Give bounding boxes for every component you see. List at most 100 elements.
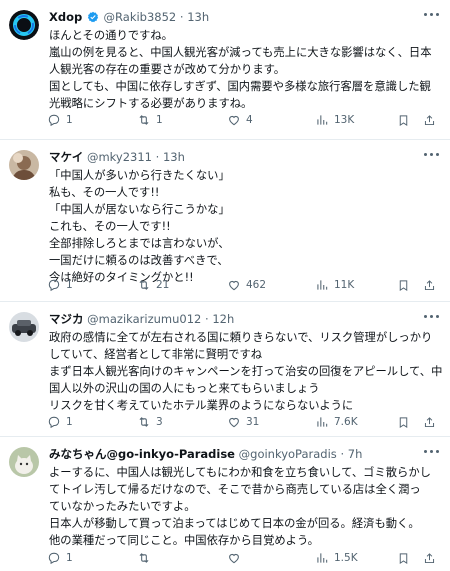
post-text-line: よーするに、中国人は観光してもにわか和食を立ち食いして、ゴミ散らかし bbox=[49, 466, 431, 479]
reply-count: 1 bbox=[66, 552, 73, 564]
repost-icon bbox=[139, 115, 149, 125]
view-count: 1.5K bbox=[334, 552, 358, 564]
view-count: 13K bbox=[334, 114, 355, 126]
author-name[interactable]: マケイ bbox=[49, 150, 83, 164]
separator-dot: · bbox=[155, 150, 160, 164]
ring-logo-avatar[interactable] bbox=[9, 10, 39, 40]
post[interactable]: マジカ @mazikarizumu012 · 12h 政府の感情に全てが左右され… bbox=[0, 302, 450, 437]
reply-button[interactable]: 1 bbox=[47, 413, 73, 431]
separator-dot: · bbox=[340, 447, 345, 461]
author-handle[interactable]: @mky2311 bbox=[87, 150, 152, 164]
reply-count: 1 bbox=[66, 279, 73, 291]
post-text: ほんとその通りですね。 嵐山の例を見ると、中国人観光客が減っても売上に大きな影響… bbox=[49, 27, 440, 112]
more-options-icon[interactable] bbox=[424, 10, 440, 20]
like-count: 4 bbox=[246, 114, 253, 126]
post-time[interactable]: 12h bbox=[212, 312, 234, 326]
post-text: よーするに、中国人は観光してもにわか和食を立ち食いして、ゴミ散らかし てトイレ汚… bbox=[49, 464, 440, 549]
like-count: 31 bbox=[246, 416, 260, 428]
post-text-line: 国としても、中国に依存しすぎず、国内需要や多様な旅行客層を意識した観 bbox=[49, 80, 431, 93]
bookmark-icon bbox=[399, 416, 408, 428]
heart-icon bbox=[229, 417, 239, 428]
post-text-line: 私も、その一人です!! bbox=[49, 186, 160, 199]
bookmark-button[interactable] bbox=[397, 276, 410, 294]
action-bar: 1 1 4 13K bbox=[47, 111, 442, 129]
repost-button[interactable]: 1 bbox=[137, 111, 163, 129]
views-button[interactable]: 11K bbox=[315, 276, 354, 294]
share-icon bbox=[424, 114, 435, 125]
post-time[interactable]: 7h bbox=[348, 447, 363, 461]
action-bar: 1 3 31 7.6K bbox=[47, 413, 442, 431]
post-text-line: ていなかったみたいですよ。 bbox=[49, 500, 196, 513]
post-text: 「中国人が多いから行きたくない」 私も、その一人です!! 「中国人が居ないなら行… bbox=[49, 167, 440, 286]
share-icon bbox=[424, 279, 435, 290]
post-text-line: 一国だけに頼るのは改善すべきで、 bbox=[49, 254, 229, 267]
author-handle[interactable]: @goinkyoParadis bbox=[239, 447, 337, 461]
post-text-line: 日本人が移動して買って泊まってはじめて日本の金が回る。経済も動く。 bbox=[49, 517, 420, 530]
post-time[interactable]: 13h bbox=[163, 150, 185, 164]
like-button[interactable]: 462 bbox=[227, 276, 266, 294]
post[interactable]: Xdop @Rakib3852 · 13h ほんとその通りですね。 嵐山の例を見… bbox=[0, 0, 450, 140]
views-chart-icon bbox=[317, 417, 328, 427]
more-options-icon[interactable] bbox=[424, 150, 440, 160]
views-button[interactable]: 13K bbox=[315, 111, 354, 129]
like-button[interactable] bbox=[227, 549, 246, 567]
post-text-line: していて、経営者として非常に賢明ですね bbox=[49, 348, 263, 361]
bookmark-button[interactable] bbox=[397, 413, 410, 431]
author-handle[interactable]: @Rakib3852 bbox=[104, 10, 177, 24]
view-count: 11K bbox=[334, 279, 355, 291]
repost-button[interactable]: 21 bbox=[137, 276, 169, 294]
reply-button[interactable]: 1 bbox=[47, 549, 73, 567]
reply-button[interactable]: 1 bbox=[47, 111, 73, 129]
car-photo-avatar[interactable] bbox=[9, 312, 39, 342]
post-header: Xdop @Rakib3852 · 13h bbox=[49, 8, 422, 26]
author-name[interactable]: みなちゃん@go-inkyo-Paradise bbox=[49, 447, 235, 461]
repost-icon bbox=[139, 417, 149, 427]
repost-button[interactable]: 3 bbox=[137, 413, 163, 431]
bookmark-button[interactable] bbox=[397, 549, 410, 567]
post-text-line: これも、その一人です!! bbox=[49, 220, 171, 233]
views-button[interactable]: 1.5K bbox=[315, 549, 358, 567]
share-icon bbox=[424, 416, 435, 427]
post-time[interactable]: 13h bbox=[187, 10, 209, 24]
like-button[interactable]: 31 bbox=[227, 413, 259, 431]
post-text-line: 光戦略にシフトする必要がありますね。 bbox=[49, 97, 253, 110]
share-button[interactable] bbox=[423, 413, 436, 431]
views-chart-icon bbox=[317, 115, 328, 125]
verified-badge-icon bbox=[87, 11, 99, 23]
repost-icon bbox=[139, 280, 149, 290]
author-name[interactable]: マジカ bbox=[49, 312, 84, 326]
heart-icon bbox=[229, 553, 239, 564]
reply-button[interactable]: 1 bbox=[47, 276, 73, 294]
author-name[interactable]: Xdop bbox=[49, 10, 82, 24]
share-button[interactable] bbox=[423, 111, 436, 129]
cat-photo-avatar[interactable] bbox=[9, 447, 39, 477]
post-text-line: ほんとその通りですね。 bbox=[49, 29, 173, 42]
share-button[interactable] bbox=[423, 276, 436, 294]
post-text-line: まず日本人観光客向けのキャンペーンを打って治安の回復をアピールして、中 bbox=[49, 365, 443, 378]
reply-icon bbox=[48, 552, 60, 565]
post-header: みなちゃん@go-inkyo-Paradise @goinkyoParadis … bbox=[49, 445, 422, 463]
post[interactable]: マケイ @mky2311 · 13h 「中国人が多いから行きたくない」 私も、そ… bbox=[0, 140, 450, 302]
post-header: マジカ @mazikarizumu012 · 12h bbox=[49, 310, 422, 328]
more-options-icon[interactable] bbox=[424, 447, 440, 457]
repost-button[interactable] bbox=[137, 549, 156, 567]
post-text-line: 「中国人が居ないなら行こうかな」 bbox=[49, 203, 230, 216]
like-button[interactable]: 4 bbox=[227, 111, 253, 129]
bookmark-icon bbox=[399, 279, 408, 291]
heart-icon bbox=[229, 280, 239, 291]
post-text-line: 嵐山の例を見ると、中国人観光客が減っても売上に大きな影響はなく、日本 bbox=[49, 46, 432, 59]
reply-count: 1 bbox=[66, 114, 73, 126]
post-text-line: 他の業種だって同じこと。中国依存から目覚めよう。 bbox=[49, 534, 319, 547]
photo-avatar[interactable] bbox=[9, 150, 39, 180]
repost-count: 3 bbox=[156, 416, 163, 428]
post-text-line: 国人以外の沢山の国の人にもっと来てもらいましょう bbox=[49, 382, 320, 395]
post[interactable]: みなちゃん@go-inkyo-Paradise @goinkyoParadis … bbox=[0, 437, 450, 571]
author-handle[interactable]: @mazikarizumu012 bbox=[87, 312, 201, 326]
reply-icon bbox=[48, 416, 60, 429]
view-count: 7.6K bbox=[334, 416, 358, 428]
share-button[interactable] bbox=[423, 549, 436, 567]
more-options-icon[interactable] bbox=[424, 312, 440, 322]
post-text-line: 全部排除しろとまでは言わないが、 bbox=[49, 237, 230, 250]
views-button[interactable]: 7.6K bbox=[315, 413, 358, 431]
bookmark-button[interactable] bbox=[397, 111, 410, 129]
